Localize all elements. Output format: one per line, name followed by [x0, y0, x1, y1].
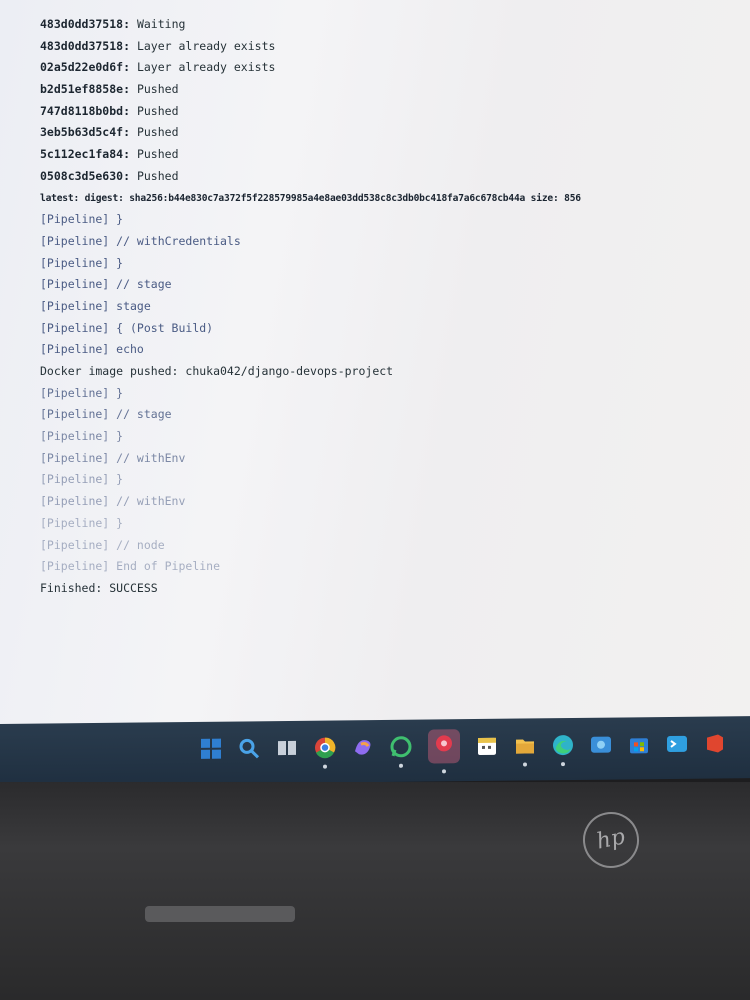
running-indicator [323, 764, 327, 769]
layer-line: 483d0dd37518: Layer already exists [40, 36, 740, 58]
laptop-bezel [0, 782, 750, 1000]
layer-hash: 483d0dd37518: [40, 38, 131, 53]
pipeline-line: [Pipeline] } [40, 472, 124, 487]
layer-hash: 5c112ec1fa84: [40, 147, 131, 162]
layer-status: Pushed [136, 82, 179, 97]
start-icon[interactable] [200, 738, 222, 760]
pipeline-line: [Pipeline] } [40, 429, 124, 444]
calendar-app-icon[interactable] [476, 735, 498, 757]
pipeline-line: [Pipeline] stage [40, 298, 151, 313]
pipeline-line: [Pipeline] // withCredentials [40, 233, 241, 248]
layer-status: Pushed [136, 125, 179, 140]
running-indicator [399, 763, 403, 768]
search-icon[interactable] [238, 737, 260, 759]
layer-hash: 747d8118b0bd: [40, 103, 131, 118]
layer-status: Pushed [136, 147, 179, 162]
whatsapp-icon[interactable] [390, 736, 412, 768]
running-indicator [523, 762, 527, 767]
layer-status: Pushed [136, 103, 179, 118]
layer-hash: 0508c3d5e630: [40, 168, 131, 183]
record-app-icon[interactable] [428, 729, 460, 774]
terminal-app-icon[interactable] [666, 733, 688, 755]
edge-icon[interactable] [552, 734, 574, 767]
pipeline-line: [Pipeline] } [40, 255, 124, 270]
finished-line: Finished: SUCCESS [40, 580, 158, 595]
photo-of-laptop: 483d0dd37518: Waiting 483d0dd37518: Laye… [0, 0, 750, 1000]
layer-hash: 483d0dd37518: [40, 17, 131, 31]
copilot-icon[interactable] [352, 736, 374, 758]
layer-hash: 02a5d22e0d6f: [40, 60, 131, 75]
console-log: 483d0dd37518: Waiting 483d0dd37518: Laye… [40, 8, 740, 600]
running-indicator [561, 762, 565, 767]
layer-status: Pushed [136, 168, 179, 183]
docker-pushed-line: Docker image pushed: chuka042/django-dev… [40, 364, 394, 378]
jenkins-console-output: 483d0dd37518: Waiting 483d0dd37518: Laye… [0, 0, 750, 728]
pipeline-line: [Pipeline] // stage [40, 407, 172, 422]
taskbar-icons [200, 726, 726, 774]
windows-taskbar [0, 716, 750, 786]
layer-status: Waiting [136, 17, 186, 31]
layer-line: 747d8118b0bd: Pushed [40, 101, 740, 123]
file-explorer-icon[interactable] [514, 734, 536, 767]
pipeline-line: [Pipeline] // withEnv [40, 494, 186, 509]
pipeline-line: [Pipeline] } [40, 212, 124, 227]
chrome-icon[interactable] [314, 736, 336, 769]
layer-status: Layer already exists [136, 38, 276, 53]
pipeline-line: [Pipeline] // stage [40, 277, 172, 292]
running-indicator [442, 769, 446, 774]
pipeline-line: [Pipeline] // node [40, 537, 165, 552]
layer-status: Layer already exists [136, 60, 276, 75]
photos-icon[interactable] [590, 734, 612, 756]
layer-hash: b2d51ef8858e: [40, 82, 131, 97]
pipeline-line: [Pipeline] End of Pipeline [40, 559, 221, 574]
pipeline-line: [Pipeline] { (Post Build) [40, 320, 214, 335]
layer-line: 0508c3d5e630: Pushed [40, 166, 740, 188]
office-icon[interactable] [704, 732, 726, 754]
pipeline-line: [Pipeline] } [40, 385, 124, 400]
pipeline-line: [Pipeline] echo [40, 342, 144, 357]
task-view-icon[interactable] [276, 737, 298, 759]
layer-line: 483d0dd37518: Waiting [40, 14, 740, 36]
layer-line: 02a5d22e0d6f: Layer already exists [40, 57, 740, 79]
pipeline-line: [Pipeline] } [40, 515, 124, 530]
layer-line: 5c112ec1fa84: Pushed [40, 144, 740, 166]
laptop-hinge [145, 906, 295, 922]
layer-line: 3eb5b63d5c4f: Pushed [40, 122, 740, 144]
layer-line: b2d51ef8858e: Pushed [40, 79, 740, 101]
pipeline-line: [Pipeline] // withEnv [40, 450, 186, 465]
digest-line: latest: digest: sha256:b44e830c7a372f5f2… [40, 192, 581, 204]
layer-hash: 3eb5b63d5c4f: [40, 125, 131, 140]
store-icon[interactable] [628, 733, 650, 755]
